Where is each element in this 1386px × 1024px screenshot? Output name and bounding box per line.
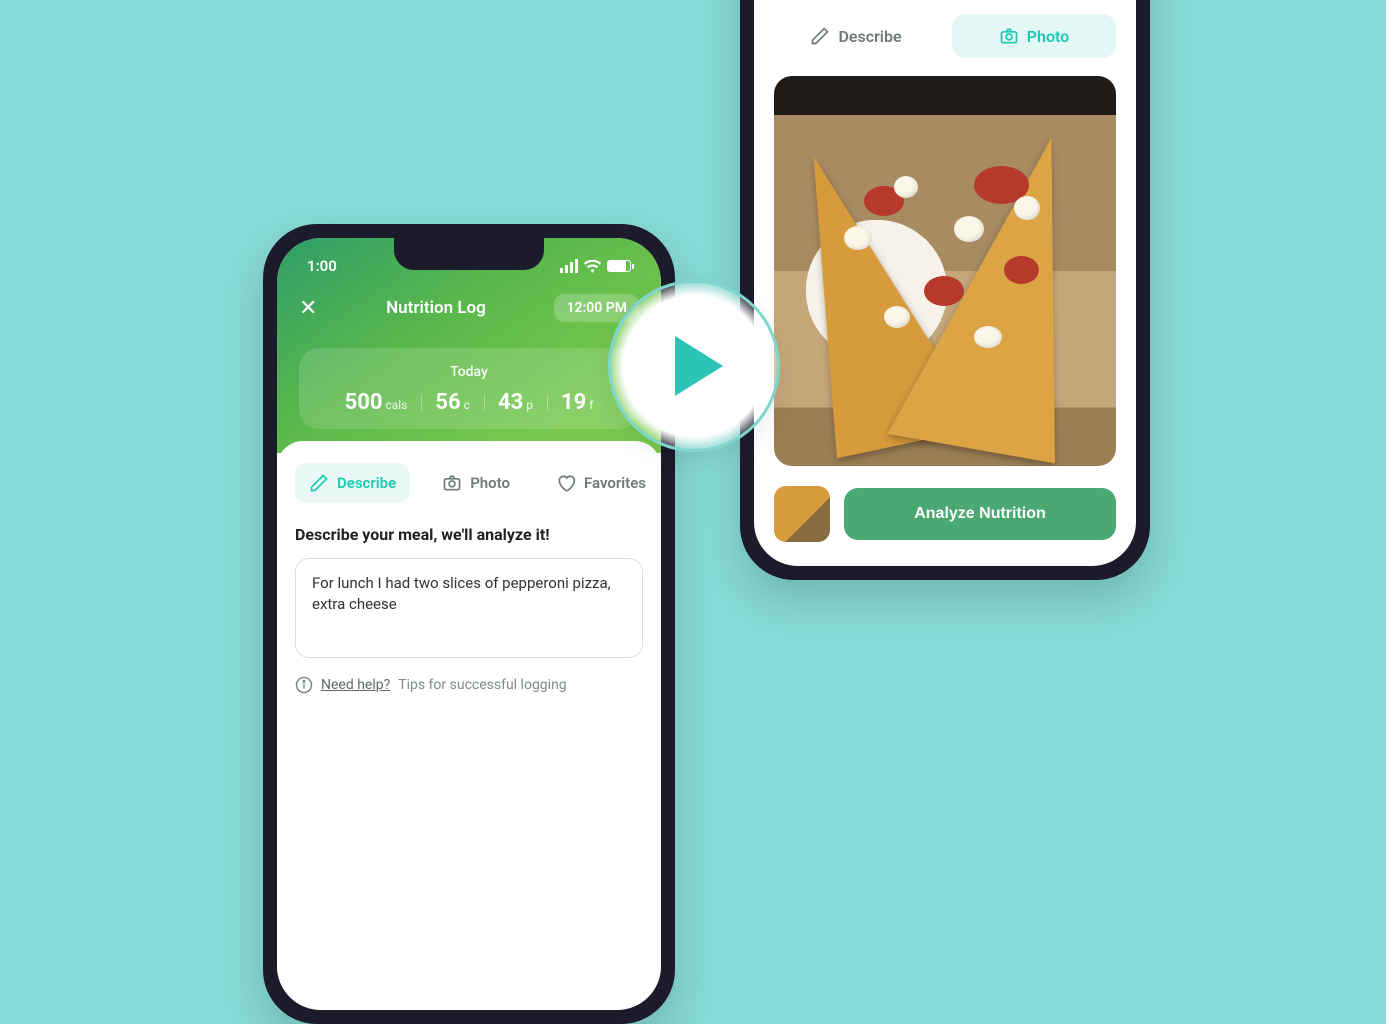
tab-describe[interactable]: Describe	[295, 463, 410, 503]
describe-prompt: Describe your meal, we'll analyze it!	[295, 525, 643, 544]
phone-mock-right: Describe Photo	[740, 0, 1150, 580]
help-link[interactable]: Need help?	[321, 677, 390, 693]
analyze-nutrition-button[interactable]: Analyze Nutrition	[844, 488, 1116, 540]
tab-label: Photo	[470, 474, 510, 492]
tab-photo[interactable]: Photo	[952, 14, 1116, 58]
battery-icon	[607, 260, 631, 272]
page-title: Nutrition Log	[386, 298, 486, 318]
tab-describe[interactable]: Describe	[774, 14, 938, 58]
heart-icon	[556, 473, 576, 493]
summary-card: Today 500cals 56c 43p 19f	[299, 348, 639, 429]
close-icon[interactable]: ✕	[299, 296, 317, 321]
pencil-icon	[309, 473, 329, 493]
tab-label: Describe	[337, 474, 396, 492]
metric-fat: 19f	[547, 390, 607, 415]
tab-label: Describe	[838, 27, 901, 46]
camera-icon	[442, 473, 462, 493]
tab-favorites[interactable]: Favorites	[542, 463, 660, 503]
metric-protein: 43p	[484, 390, 547, 415]
metric-carbs: 56c	[421, 390, 484, 415]
summary-label: Today	[309, 364, 629, 380]
meal-description-input[interactable]: For lunch I had two slices of pepperoni …	[295, 558, 643, 658]
help-row[interactable]: Need help? Tips for successful logging	[295, 676, 643, 694]
info-icon	[295, 676, 313, 694]
tab-label: Favorites	[584, 474, 646, 492]
pencil-icon	[810, 26, 830, 46]
wifi-icon	[584, 260, 601, 273]
help-tail: Tips for successful logging	[398, 677, 566, 693]
photo-thumbnail[interactable]	[774, 486, 830, 542]
status-time: 1:00	[307, 257, 337, 275]
meal-photo[interactable]	[774, 76, 1116, 466]
camera-icon	[999, 26, 1019, 46]
phone-notch	[394, 238, 544, 270]
tab-label: Photo	[1027, 27, 1069, 46]
metric-cals: 500cals	[331, 390, 422, 415]
tab-photo[interactable]: Photo	[428, 463, 524, 503]
play-video-button[interactable]	[608, 280, 780, 452]
signal-icon	[560, 259, 578, 273]
